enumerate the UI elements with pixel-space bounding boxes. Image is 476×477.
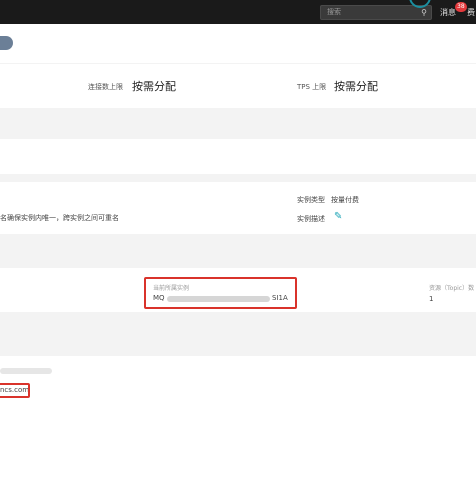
- name-hint-text: 名确保实例内唯一，跨实例之间可重名: [0, 214, 119, 222]
- instance-type-label: 实例类型: [297, 196, 325, 204]
- redacted-endpoint-label: [0, 368, 52, 374]
- endpoint-highlight: [0, 383, 30, 398]
- section-divider-card: [0, 139, 476, 174]
- topic-count-label: 资源（Topic）数: [429, 285, 475, 292]
- instance-type-value: 按量付费: [331, 196, 359, 204]
- billing-link[interactable]: 费: [467, 7, 475, 18]
- header-card: [0, 24, 476, 63]
- messages-badge: 38: [455, 2, 467, 12]
- connection-limit-label: 连接数上限: [88, 83, 123, 91]
- top-navigation-bar: 搜索 ⚲ 消息 38 费: [0, 0, 476, 24]
- connection-limit-value: 按需分配: [132, 80, 176, 93]
- tps-limit-value: 按需分配: [334, 80, 378, 93]
- back-button[interactable]: [0, 36, 13, 50]
- instance-desc-label: 实例描述: [297, 215, 325, 223]
- instance-id-highlight: [144, 277, 297, 309]
- edit-icon[interactable]: ✎: [334, 211, 342, 222]
- search-icon[interactable]: ⚲: [421, 8, 427, 17]
- capacity-card: 连接数上限 按需分配 TPS 上限 按需分配: [0, 64, 476, 108]
- tps-limit-label: TPS 上限: [297, 83, 327, 91]
- instance-info-card: 名确保实例内唯一，跨实例之间可重名 实例类型 按量付费 实例描述 ✎: [0, 182, 476, 234]
- endpoint-card: ncs.com: [0, 356, 476, 477]
- search-placeholder: 搜索: [327, 8, 341, 16]
- topic-count-value: 1: [429, 295, 434, 303]
- messages-link[interactable]: 消息: [440, 7, 456, 18]
